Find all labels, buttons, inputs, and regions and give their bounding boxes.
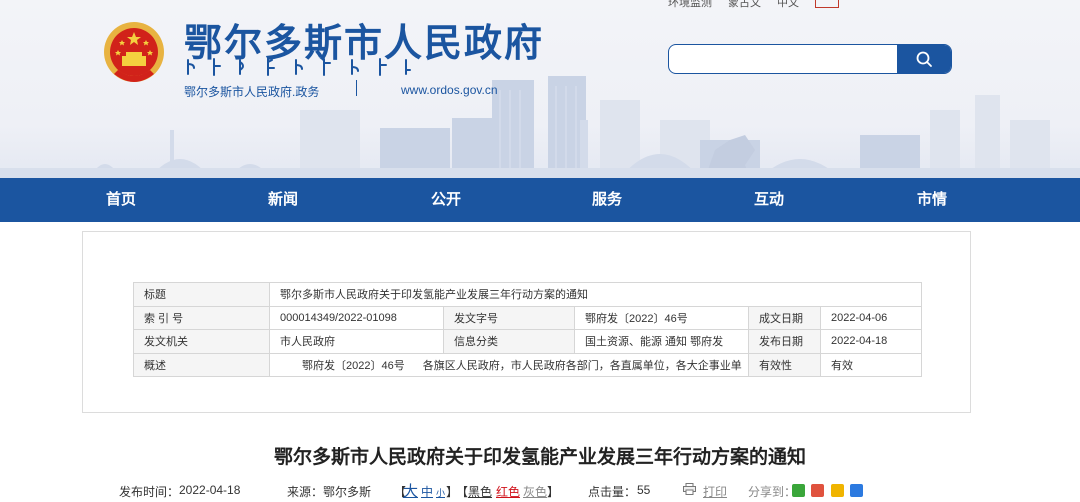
publish-date-label: 发布日期	[748, 329, 821, 354]
color-bracket-open: 【	[456, 485, 469, 499]
national-emblem-icon	[104, 22, 164, 82]
validity-label: 有效性	[748, 352, 821, 377]
table-row: 发文机关 市人民政府 信息分类 国土资源、能源 通知 鄂府发 发布日期 2022…	[133, 329, 923, 354]
docno-label: 发文字号	[443, 305, 575, 330]
title-value: 鄂尔多斯市人民政府关于印发氢能产业发展三年行动方案的通知	[268, 282, 923, 307]
top-links: 环境监测 蒙古文 中文	[668, 0, 839, 9]
written-date-label: 成文日期	[748, 305, 821, 330]
document-meta-table: 标题 鄂尔多斯市人民政府关于印发氢能产业发展三年行动方案的通知 索 引 号 00…	[133, 282, 923, 377]
print-link[interactable]: 打印	[703, 483, 727, 500]
category-label: 信息分类	[443, 329, 575, 354]
publish-time-label: 发布时间：	[119, 485, 180, 499]
publish-time-value: 2022-04-18	[179, 483, 241, 497]
title-label: 标题	[133, 282, 270, 307]
wechat-share-icon[interactable]	[792, 484, 805, 497]
docno-value: 鄂府发〔2022〕46号	[574, 305, 749, 330]
search-box	[668, 44, 952, 74]
table-row: 概述 鄂府发〔2022〕46号 各旗区人民政府，市人民政府各部门，各直属单位，各大…	[133, 352, 923, 377]
color-black-link[interactable]: 黑色	[468, 483, 492, 500]
color-bracket-close: 】	[547, 485, 560, 499]
search-icon	[916, 51, 932, 67]
top-link-mongolian[interactable]: 蒙古文	[728, 0, 761, 9]
hits-label: 点击量：	[588, 485, 637, 499]
table-row: 索 引 号 000014349/2022-01098 发文字号 鄂府发〔2022…	[133, 305, 923, 330]
mongolian-script-title	[187, 58, 411, 76]
table-row: 标题 鄂尔多斯市人民政府关于印发氢能产业发展三年行动方案的通知	[133, 282, 923, 307]
issuer-value: 市人民政府	[269, 329, 444, 354]
abstract-value: 鄂府发〔2022〕46号 各旗区人民政府，市人民政府各部门，各直属单位，各大企事业…	[269, 352, 749, 377]
weibo-share-icon[interactable]	[811, 484, 825, 497]
index-label: 索 引 号	[133, 305, 270, 330]
abstract-text: 各旗区人民政府，市人民政府各部门，各直属单位，各大企事业单	[422, 359, 742, 372]
header-divider	[356, 80, 357, 96]
renren-share-icon[interactable]	[850, 484, 864, 497]
seal-icon[interactable]	[815, 0, 839, 8]
font-size-large-link[interactable]: 大	[403, 480, 418, 501]
main-nav: 首页 新闻 公开 服务 互动 市情	[0, 178, 1080, 222]
top-link-env[interactable]: 环境监测	[668, 0, 712, 9]
nav-item-public[interactable]: 公开	[431, 178, 461, 222]
article-title: 鄂尔多斯市人民政府关于印发氢能产业发展三年行动方案的通知	[273, 447, 806, 468]
nav-item-city-info[interactable]: 市情	[917, 178, 947, 222]
source-value: 鄂尔多斯	[323, 485, 372, 499]
font-size-small-link[interactable]: 小	[436, 486, 445, 499]
printer-icon[interactable]	[683, 483, 696, 495]
abstract-label: 概述	[133, 352, 270, 377]
search-input[interactable]	[669, 45, 897, 73]
validity-value: 有效	[819, 352, 923, 377]
color-red-link[interactable]: 红色	[496, 483, 520, 500]
source-label: 来源：	[287, 485, 324, 499]
category-value: 国土资源、能源 通知 鄂府发	[574, 329, 749, 354]
written-date-value: 2022-04-06	[819, 305, 923, 330]
font-size-medium-link[interactable]: 中	[421, 483, 433, 500]
top-link-chinese[interactable]: 中文	[777, 0, 799, 9]
index-value: 000014349/2022-01098	[269, 305, 444, 330]
site-header: 鄂尔多斯市人民政府 鄂尔多斯市人民政府.政务 www.ordos.gov.cn …	[0, 0, 1080, 178]
site-url: www.ordos.gov.cn	[401, 83, 498, 97]
share-label: 分享到：	[748, 485, 797, 499]
publish-date-value: 2022-04-18	[819, 329, 923, 354]
color-gray-link[interactable]: 灰色	[523, 483, 547, 500]
nav-item-interact[interactable]: 互动	[754, 178, 784, 222]
hits-value: 55	[637, 483, 651, 497]
qzone-share-icon[interactable]	[830, 484, 844, 497]
nav-item-service[interactable]: 服务	[592, 178, 622, 222]
share-icons	[792, 484, 866, 498]
abstract-docno: 鄂府发〔2022〕46号	[302, 359, 405, 372]
article-meta-line: 发布时间： 2022-04-18 来源： 鄂尔多斯 【 大 中 小 】 【 黑色…	[0, 480, 1080, 502]
nav-item-news[interactable]: 新闻	[268, 178, 298, 222]
search-button[interactable]	[897, 45, 951, 73]
nav-item-home[interactable]: 首页	[106, 178, 136, 222]
issuer-label: 发文机关	[133, 329, 270, 354]
site-subtitle: 鄂尔多斯市人民政府.政务	[184, 85, 320, 99]
